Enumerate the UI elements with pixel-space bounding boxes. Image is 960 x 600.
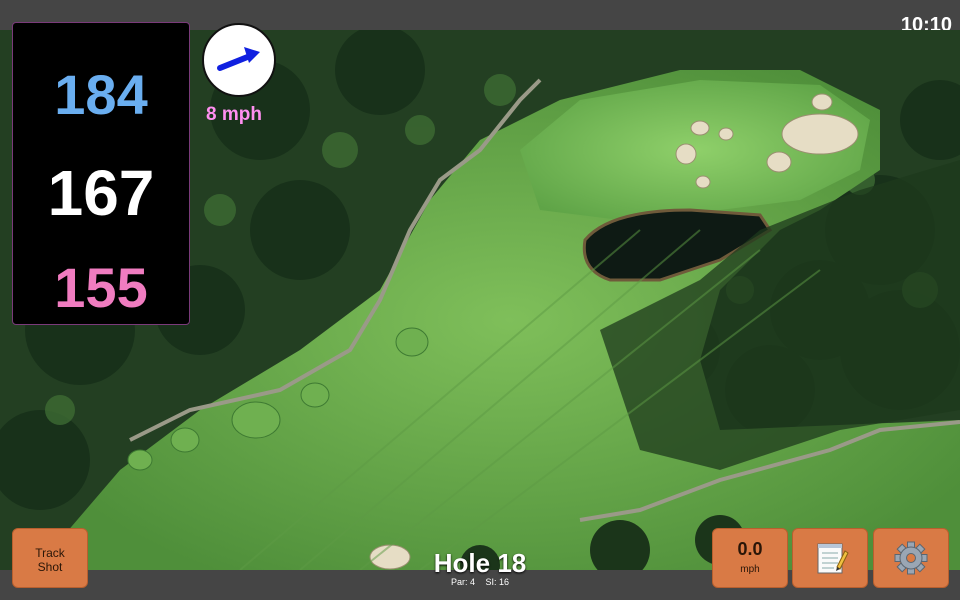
distance-panel: 184 167 155 xyxy=(12,22,190,325)
wind-indicator xyxy=(202,23,276,97)
notes-button[interactable] xyxy=(792,528,868,588)
back-distance: 184 xyxy=(54,63,148,126)
settings-button[interactable] xyxy=(873,528,949,588)
track-shot-button[interactable]: Track Shot xyxy=(12,528,88,588)
speed-button[interactable]: 0.0 mph xyxy=(712,528,788,588)
hole-info: Par: 4 SI: 16 xyxy=(380,577,580,587)
track-shot-label-1: Track xyxy=(35,546,65,560)
gear-icon xyxy=(894,541,928,575)
wind-arrow-icon xyxy=(217,47,260,71)
front-distance: 155 xyxy=(54,256,148,319)
track-shot-label-2: Shot xyxy=(37,560,63,574)
wind-speed: 8 mph xyxy=(206,104,262,125)
stroke-index: SI: 16 xyxy=(485,577,510,587)
speed-unit: mph xyxy=(740,564,760,575)
par: Par: 4 xyxy=(450,577,475,587)
speed-value: 0.0 xyxy=(737,539,763,559)
hole-title: Hole 18 xyxy=(433,548,527,578)
middle-distance: 167 xyxy=(47,157,155,229)
notepad-icon xyxy=(817,543,849,574)
